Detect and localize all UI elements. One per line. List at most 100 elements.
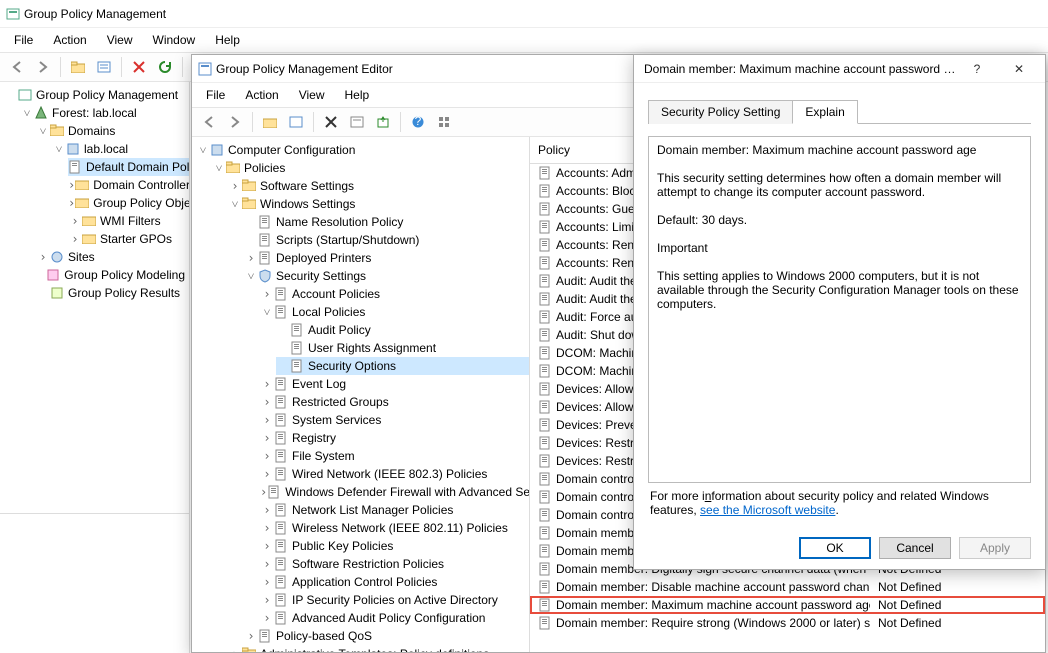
tab-security-setting[interactable]: Security Policy Setting <box>648 100 793 124</box>
tree-ss-10[interactable]: ›Software Restriction Policies <box>260 555 529 573</box>
policy-item-icon <box>538 382 552 396</box>
tree-ss-11[interactable]: ›Application Control Policies <box>260 573 529 591</box>
tree-ss-0[interactable]: ›Event Log <box>260 375 529 393</box>
tree-account-policies-icon <box>274 287 288 301</box>
tree-ws-2[interactable]: ›Deployed Printers <box>244 249 529 267</box>
export-icon[interactable] <box>372 111 394 133</box>
policy-item-icon <box>538 472 552 486</box>
gpme-menu-help[interactable]: Help <box>337 85 378 105</box>
properties-icon[interactable] <box>93 56 115 78</box>
tree-ss-1[interactable]: ›Restricted Groups <box>260 393 529 411</box>
list-icon[interactable] <box>285 111 307 133</box>
policy-item-icon <box>538 616 552 630</box>
properties-icon[interactable] <box>346 111 368 133</box>
policy-row[interactable]: Domain member: Maximum machine account p… <box>530 596 1045 614</box>
policy-item-icon <box>538 328 552 342</box>
tree-sites[interactable]: Sites <box>68 250 95 264</box>
tree-policy-based-qos[interactable]: ›Policy-based QoS <box>244 627 529 645</box>
tree-domain[interactable]: lab.local <box>84 142 128 156</box>
delete-icon[interactable] <box>320 111 342 133</box>
tree-modeling[interactable]: Group Policy Modeling <box>64 268 185 282</box>
tree-admin-templates[interactable]: ›Administrative Templates: Policy defini… <box>228 645 529 652</box>
tree-policies[interactable]: ˅Policies <box>212 159 529 177</box>
tree-security-settings[interactable]: ˅Security Settings <box>244 267 529 285</box>
tree-software-settings-icon <box>242 179 256 193</box>
tree-ss-2[interactable]: ›System Services <box>260 411 529 429</box>
delete-icon[interactable] <box>128 56 150 78</box>
menu-view[interactable]: View <box>99 30 141 50</box>
tree-windows-settings-icon <box>242 197 256 211</box>
tree-ss-10-icon <box>274 557 288 571</box>
help-button[interactable]: ? <box>957 58 997 80</box>
policy-item-icon <box>538 490 552 504</box>
tree-ws-0[interactable]: Name Resolution Policy <box>244 213 529 231</box>
svg-text:?: ? <box>415 116 422 128</box>
menu-help[interactable]: Help <box>207 30 248 50</box>
help-icon[interactable]: ? <box>407 111 429 133</box>
tree-ss-4[interactable]: ›File System <box>260 447 529 465</box>
gpme-tree[interactable]: ˅Computer Configuration˅Policies›Softwar… <box>192 137 529 652</box>
forward-icon[interactable] <box>224 111 246 133</box>
back-icon[interactable] <box>198 111 220 133</box>
dlg-titlebar: Domain member: Maximum machine account p… <box>634 55 1045 83</box>
tree-account-policies[interactable]: ›Account Policies <box>260 285 529 303</box>
tree-item-0[interactable]: Default Domain Policy <box>86 160 189 174</box>
gpm-root[interactable]: Group Policy Management <box>36 88 178 102</box>
policy-row[interactable]: Domain member: Require strong (Windows 2… <box>530 614 1045 632</box>
tree-local-policies[interactable]: ˅Local Policies <box>260 303 529 321</box>
tree-software-settings[interactable]: ›Software Settings <box>228 177 529 195</box>
tree-ss-3[interactable]: ›Registry <box>260 429 529 447</box>
gpm-menubar: File Action View Window Help <box>0 28 1048 53</box>
gpme-menu-action[interactable]: Action <box>237 85 286 105</box>
ok-button[interactable]: OK <box>799 537 871 559</box>
policy-item-icon <box>538 202 552 216</box>
gpme-menu-view[interactable]: View <box>291 85 333 105</box>
policy-row[interactable]: Domain member: Disable machine account p… <box>530 578 1045 596</box>
tree-item-2[interactable]: Group Policy Objects <box>93 196 189 210</box>
tree-local-2[interactable]: Security Options <box>276 357 529 375</box>
tree-ws-1[interactable]: Scripts (Startup/Shutdown) <box>244 231 529 249</box>
folder-up-icon[interactable] <box>259 111 281 133</box>
tree-item-4[interactable]: Starter GPOs <box>100 232 172 246</box>
forward-icon[interactable] <box>32 56 54 78</box>
tree-computer-config[interactable]: ˅Computer Configuration <box>196 141 529 159</box>
refresh-icon[interactable] <box>154 56 176 78</box>
tree-results[interactable]: Group Policy Results <box>68 286 180 300</box>
tab-explain[interactable]: Explain <box>792 100 857 124</box>
close-button[interactable]: ✕ <box>999 58 1039 80</box>
ms-website-link[interactable]: see the Microsoft website <box>700 503 835 517</box>
tree-ws-0-icon <box>258 215 272 229</box>
menu-window[interactable]: Window <box>145 30 204 50</box>
tree-item-3[interactable]: WMI Filters <box>100 214 161 228</box>
tree-ss-4-icon <box>274 449 288 463</box>
tree-forest[interactable]: Forest: lab.local <box>52 106 137 120</box>
policy-item-icon <box>538 508 552 522</box>
cancel-button[interactable]: Cancel <box>879 537 951 559</box>
tree-domains[interactable]: Domains <box>68 124 115 138</box>
starter-icon <box>82 232 96 246</box>
ou-icon <box>75 178 89 192</box>
tree-ss-12[interactable]: ›IP Security Policies on Active Director… <box>260 591 529 609</box>
tree-ss-5[interactable]: ›Wired Network (IEEE 802.3) Policies <box>260 465 529 483</box>
policy-item-icon <box>538 292 552 306</box>
menu-action[interactable]: Action <box>45 30 94 50</box>
tree-local-1[interactable]: User Rights Assignment <box>276 339 529 357</box>
menu-file[interactable]: File <box>6 30 41 50</box>
tree-windows-settings[interactable]: ˅Windows Settings <box>228 195 529 213</box>
policy-item-icon <box>538 256 552 270</box>
tree-ss-13[interactable]: ›Advanced Audit Policy Configuration <box>260 609 529 627</box>
tree-ss-9[interactable]: ›Public Key Policies <box>260 537 529 555</box>
tile-icon[interactable] <box>433 111 455 133</box>
policy-item-icon <box>538 526 552 540</box>
back-icon[interactable] <box>6 56 28 78</box>
gpm-tree[interactable]: Group Policy Management ˅Forest: lab.loc… <box>0 82 189 513</box>
tree-ss-6[interactable]: ›Windows Defender Firewall with Advanced… <box>260 483 529 501</box>
tree-ss-7[interactable]: ›Network List Manager Policies <box>260 501 529 519</box>
tree-item-1[interactable]: Domain Controllers <box>93 178 189 192</box>
folder-up-icon[interactable] <box>67 56 89 78</box>
tree-ss-8[interactable]: ›Wireless Network (IEEE 802.11) Policies <box>260 519 529 537</box>
tree-policy-based-qos-icon <box>258 629 272 643</box>
tree-local-0[interactable]: Audit Policy <box>276 321 529 339</box>
gpme-menu-file[interactable]: File <box>198 85 233 105</box>
tree-ws-1-icon <box>258 233 272 247</box>
